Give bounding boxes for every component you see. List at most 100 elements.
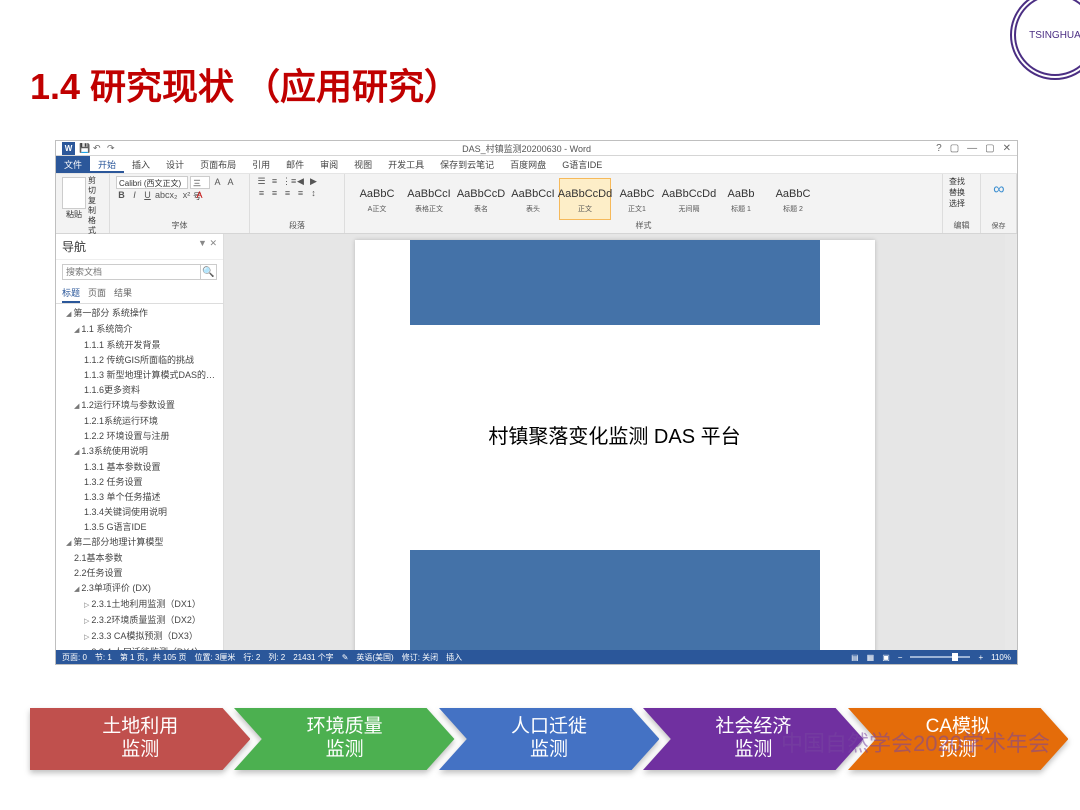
paste-button[interactable]: 粘贴 [62, 209, 86, 220]
nav-tab-1[interactable]: 页面 [88, 284, 106, 303]
status-position[interactable]: 位置: 3厘米 [195, 652, 236, 663]
status-line[interactable]: 行: 2 [243, 652, 260, 663]
ribbon-tab-1[interactable]: 开始 [90, 156, 124, 173]
style-tile-6[interactable]: AaBbCcDd无间隔 [663, 178, 715, 220]
multilevel-icon[interactable]: ⋮≡ [282, 176, 293, 187]
status-pages[interactable]: 第 1 页，共 105 页 [120, 652, 187, 663]
copy-button[interactable]: 复制 [88, 196, 103, 216]
style-tile-5[interactable]: AaBbC正文1 [611, 178, 663, 220]
status-language[interactable]: 英语(美国) [356, 652, 393, 663]
status-words[interactable]: 21431 个字 [293, 652, 333, 663]
close-icon[interactable]: ✕ [1003, 143, 1011, 154]
zoom-in-icon[interactable]: + [978, 653, 983, 662]
ribbon-tab-4[interactable]: 页面布局 [192, 156, 244, 173]
style-tile-0[interactable]: AaBbCA正文 [351, 178, 403, 220]
shrink-font-icon[interactable]: A [225, 177, 236, 188]
bullets-icon[interactable]: ☰ [256, 176, 267, 187]
nav-tab-0[interactable]: 标题 [62, 284, 80, 303]
line-spacing-icon[interactable]: ↕ [308, 188, 319, 199]
save-cloud-icon[interactable]: ∞ [987, 178, 1011, 202]
paste-button-icon[interactable] [62, 177, 86, 209]
tree-item-6[interactable]: 1.2运行环境与参数设置 [56, 398, 223, 414]
tree-item-12[interactable]: 1.3.3 单个任务描述 [56, 490, 223, 505]
ribbon-tab-6[interactable]: 邮件 [278, 156, 312, 173]
view-web-icon[interactable]: ▣ [882, 653, 890, 662]
tree-item-14[interactable]: 1.3.5 G语言IDE [56, 520, 223, 535]
tree-item-18[interactable]: 2.3单项评价 (DX) [56, 581, 223, 597]
document-area[interactable]: 村镇聚落变化监测 DAS 平台 [224, 234, 1005, 650]
minimize-icon[interactable]: — [967, 143, 977, 154]
maximize-icon[interactable]: ▢ [985, 143, 994, 154]
tree-item-13[interactable]: 1.3.4关键词使用说明 [56, 505, 223, 520]
status-page[interactable]: 页面: 0 [62, 652, 87, 663]
ribbon-tab-0[interactable]: 文件 [56, 156, 90, 173]
tree-item-2[interactable]: 1.1.1 系统开发背景 [56, 338, 223, 353]
tree-item-10[interactable]: 1.3.1 基本参数设置 [56, 460, 223, 475]
ribbon-tab-7[interactable]: 审阅 [312, 156, 346, 173]
font-size-select[interactable]: 三号 [190, 176, 210, 189]
justify-icon[interactable]: ≡ [295, 188, 306, 199]
ribbon-tab-3[interactable]: 设计 [158, 156, 192, 173]
nav-search-icon[interactable]: 🔍 [201, 264, 217, 280]
ribbon-tab-5[interactable]: 引用 [244, 156, 278, 173]
status-proof-icon[interactable]: ✎ [342, 653, 349, 662]
redo-icon[interactable]: ↷ [107, 143, 117, 153]
view-print-icon[interactable]: ▦ [867, 653, 875, 662]
view-read-icon[interactable]: ▤ [851, 653, 859, 662]
indent-dec-icon[interactable]: ◀ [295, 176, 306, 187]
help-icon[interactable]: ? [936, 143, 942, 154]
tree-item-15[interactable]: 第二部分地理计算模型 [56, 535, 223, 551]
tree-item-21[interactable]: 2.3.3 CA模拟预测（DX3） [56, 629, 223, 645]
tree-item-20[interactable]: 2.3.2环境质量监测（DX2） [56, 613, 223, 629]
zoom-slider[interactable] [910, 656, 970, 658]
status-track[interactable]: 修订: 关闭 [402, 652, 438, 663]
tree-item-17[interactable]: 2.2任务设置 [56, 566, 223, 581]
zoom-level[interactable]: 110% [991, 653, 1011, 662]
tree-item-0[interactable]: 第一部分 系统操作 [56, 306, 223, 322]
vertical-scrollbar[interactable] [1005, 234, 1017, 650]
ribbon-collapse-icon[interactable]: ▢ [950, 143, 959, 154]
nav-close-icon[interactable]: ▼ ✕ [198, 238, 217, 255]
zoom-out-icon[interactable]: − [898, 653, 903, 662]
nav-search-input[interactable] [62, 264, 201, 280]
style-tile-4[interactable]: AaBbCcDd正文 [559, 178, 611, 220]
ribbon-tab-9[interactable]: 开发工具 [380, 156, 432, 173]
numbering-icon[interactable]: ≡ [269, 176, 280, 187]
save-icon[interactable]: 💾 [79, 143, 89, 153]
align-left-icon[interactable]: ≡ [256, 188, 267, 199]
strike-button[interactable]: abc [155, 190, 166, 201]
style-tile-8[interactable]: AaBbC标题 2 [767, 178, 819, 220]
style-tile-2[interactable]: AaBbCcD表名 [455, 178, 507, 220]
ribbon-tab-12[interactable]: G语言IDE [554, 156, 610, 173]
subscript-button[interactable]: x₂ [168, 190, 179, 201]
italic-button[interactable]: I [129, 190, 140, 201]
bold-button[interactable]: B [116, 190, 127, 201]
tree-item-11[interactable]: 1.3.2 任务设置 [56, 475, 223, 490]
tree-item-16[interactable]: 2.1基本参数 [56, 551, 223, 566]
cut-button[interactable]: 剪切 [88, 176, 103, 196]
find-button[interactable]: 查找 [949, 176, 974, 187]
tree-item-1[interactable]: 1.1 系统简介 [56, 322, 223, 338]
status-insert[interactable]: 插入 [446, 652, 462, 663]
tree-item-9[interactable]: 1.3系统使用说明 [56, 444, 223, 460]
ribbon-tab-8[interactable]: 视图 [346, 156, 380, 173]
underline-button[interactable]: U [142, 190, 153, 201]
ribbon-tab-11[interactable]: 百度网盘 [502, 156, 554, 173]
align-center-icon[interactable]: ≡ [269, 188, 280, 199]
style-tile-7[interactable]: AaBb标题 1 [715, 178, 767, 220]
align-right-icon[interactable]: ≡ [282, 188, 293, 199]
ribbon-tab-2[interactable]: 插入 [124, 156, 158, 173]
status-column[interactable]: 列: 2 [268, 652, 285, 663]
tree-item-19[interactable]: 2.3.1土地利用监测（DX1） [56, 597, 223, 613]
ribbon-tab-10[interactable]: 保存到云笔记 [432, 156, 502, 173]
tree-item-3[interactable]: 1.1.2 传统GIS所面临的挑战 [56, 353, 223, 368]
select-button[interactable]: 选择 [949, 198, 974, 209]
font-name-select[interactable]: Calibri (西文正文) [116, 176, 188, 189]
undo-icon[interactable]: ↶ [93, 143, 103, 153]
status-section[interactable]: 节: 1 [95, 652, 112, 663]
tree-item-4[interactable]: 1.1.3 新型地理计算模式DAS的… [56, 368, 223, 383]
font-color-button[interactable]: A [194, 190, 205, 201]
tree-item-7[interactable]: 1.2.1系统运行环境 [56, 414, 223, 429]
style-tile-3[interactable]: AaBbCcI表头 [507, 178, 559, 220]
replace-button[interactable]: 替换 [949, 187, 974, 198]
